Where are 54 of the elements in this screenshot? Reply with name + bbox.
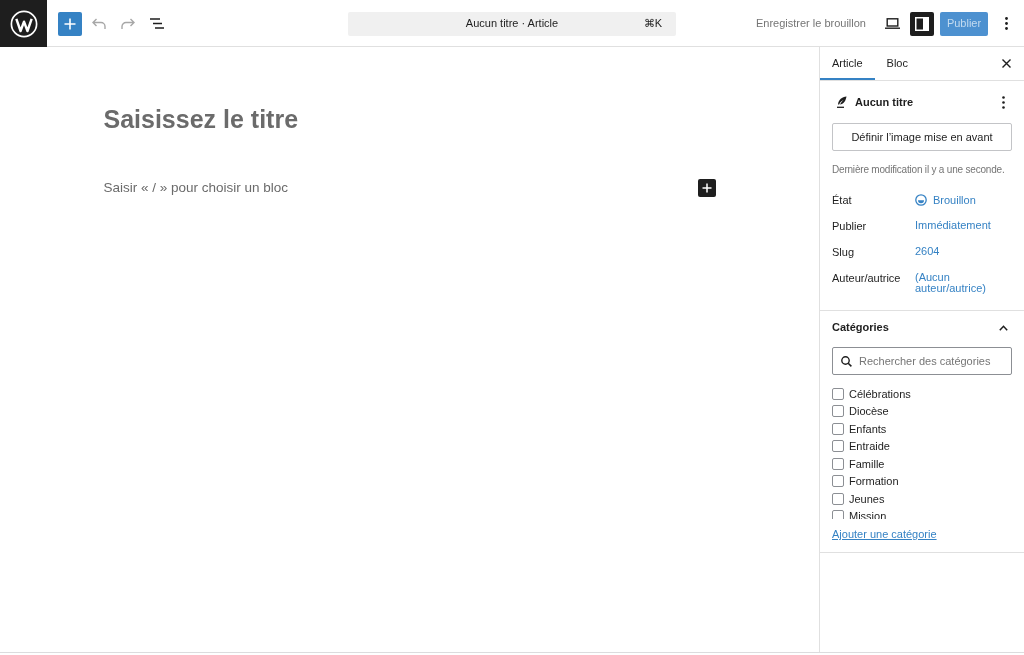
field-value-link[interactable]: Brouillon bbox=[915, 193, 1010, 207]
category-checkbox[interactable] bbox=[832, 387, 844, 400]
category-checkbox[interactable] bbox=[832, 457, 844, 470]
featured-image-button[interactable]: Définir l’image mise en avant bbox=[832, 123, 1012, 151]
category-label: Célébrations bbox=[849, 386, 911, 402]
close-icon bbox=[1001, 59, 1011, 68]
field-label: Auteur/autrice bbox=[832, 271, 902, 285]
field-label: Slug bbox=[832, 245, 856, 259]
kebab-menu-icon bbox=[1004, 17, 1008, 30]
settings-toggle-button[interactable] bbox=[910, 11, 934, 36]
sidebar-panel-icon bbox=[915, 16, 929, 31]
category-checkbox[interactable] bbox=[832, 422, 844, 435]
home-logo-tile[interactable] bbox=[0, 0, 47, 47]
category-checkbox[interactable] bbox=[832, 440, 844, 453]
search-icon bbox=[841, 355, 852, 367]
category-label: Formation bbox=[849, 474, 899, 489]
category-label: Entraide bbox=[849, 439, 890, 454]
quill-icon bbox=[836, 96, 847, 108]
category-checkbox[interactable] bbox=[832, 492, 844, 505]
field-value-link[interactable]: 2604 bbox=[915, 245, 1010, 257]
panel-title: Catégories bbox=[832, 320, 889, 336]
laptop-icon bbox=[884, 18, 900, 29]
post-title: Aucun titre bbox=[855, 94, 914, 110]
category-label: Famille bbox=[849, 456, 885, 472]
undo-icon bbox=[92, 17, 106, 30]
last-modified-text: Dernière modification il y a une seconde. bbox=[832, 163, 1005, 177]
category-label: Jeunes bbox=[849, 491, 885, 507]
sidebar-tab[interactable]: Bloc bbox=[874, 47, 920, 80]
command-bar[interactable]: Aucun titre · Article ⌘K bbox=[348, 11, 676, 36]
field-value-link[interactable]: Immédiatement bbox=[915, 219, 1010, 231]
category-label: Enfants bbox=[849, 421, 887, 437]
category-label: Diocèse bbox=[849, 404, 889, 419]
field-label: Publier bbox=[832, 219, 868, 233]
field-label: État bbox=[832, 193, 853, 207]
shortcut-hint: ⌘K bbox=[643, 16, 663, 32]
list-icon bbox=[150, 18, 164, 29]
add-block-button[interactable] bbox=[697, 179, 716, 197]
logo-icon bbox=[9, 9, 38, 38]
category-checkbox[interactable] bbox=[832, 475, 844, 488]
add-category-link[interactable]: Ajouter une catégorie bbox=[832, 527, 937, 541]
category-checkbox[interactable] bbox=[832, 510, 844, 519]
sidebar-tab[interactable]: Article bbox=[820, 47, 875, 80]
field-value-link[interactable]: (Aucun auteur/autrice) bbox=[915, 271, 1010, 294]
redo-icon bbox=[121, 17, 135, 30]
half-circle-icon bbox=[915, 194, 927, 206]
plus-icon bbox=[63, 16, 77, 31]
plus-icon bbox=[701, 183, 712, 193]
title-field[interactable]: Saisissez le titre bbox=[103, 104, 716, 136]
kebab-menu-icon bbox=[1001, 95, 1005, 109]
search-field[interactable]: Rechercher des catégories bbox=[832, 347, 1012, 375]
block-field[interactable]: Saisir « / » pour choisir un bloc bbox=[103, 179, 690, 197]
chevron-up-icon bbox=[998, 324, 1008, 331]
command-bar-title: Aucun titre · Article bbox=[465, 16, 559, 32]
category-checkbox[interactable] bbox=[832, 405, 844, 418]
